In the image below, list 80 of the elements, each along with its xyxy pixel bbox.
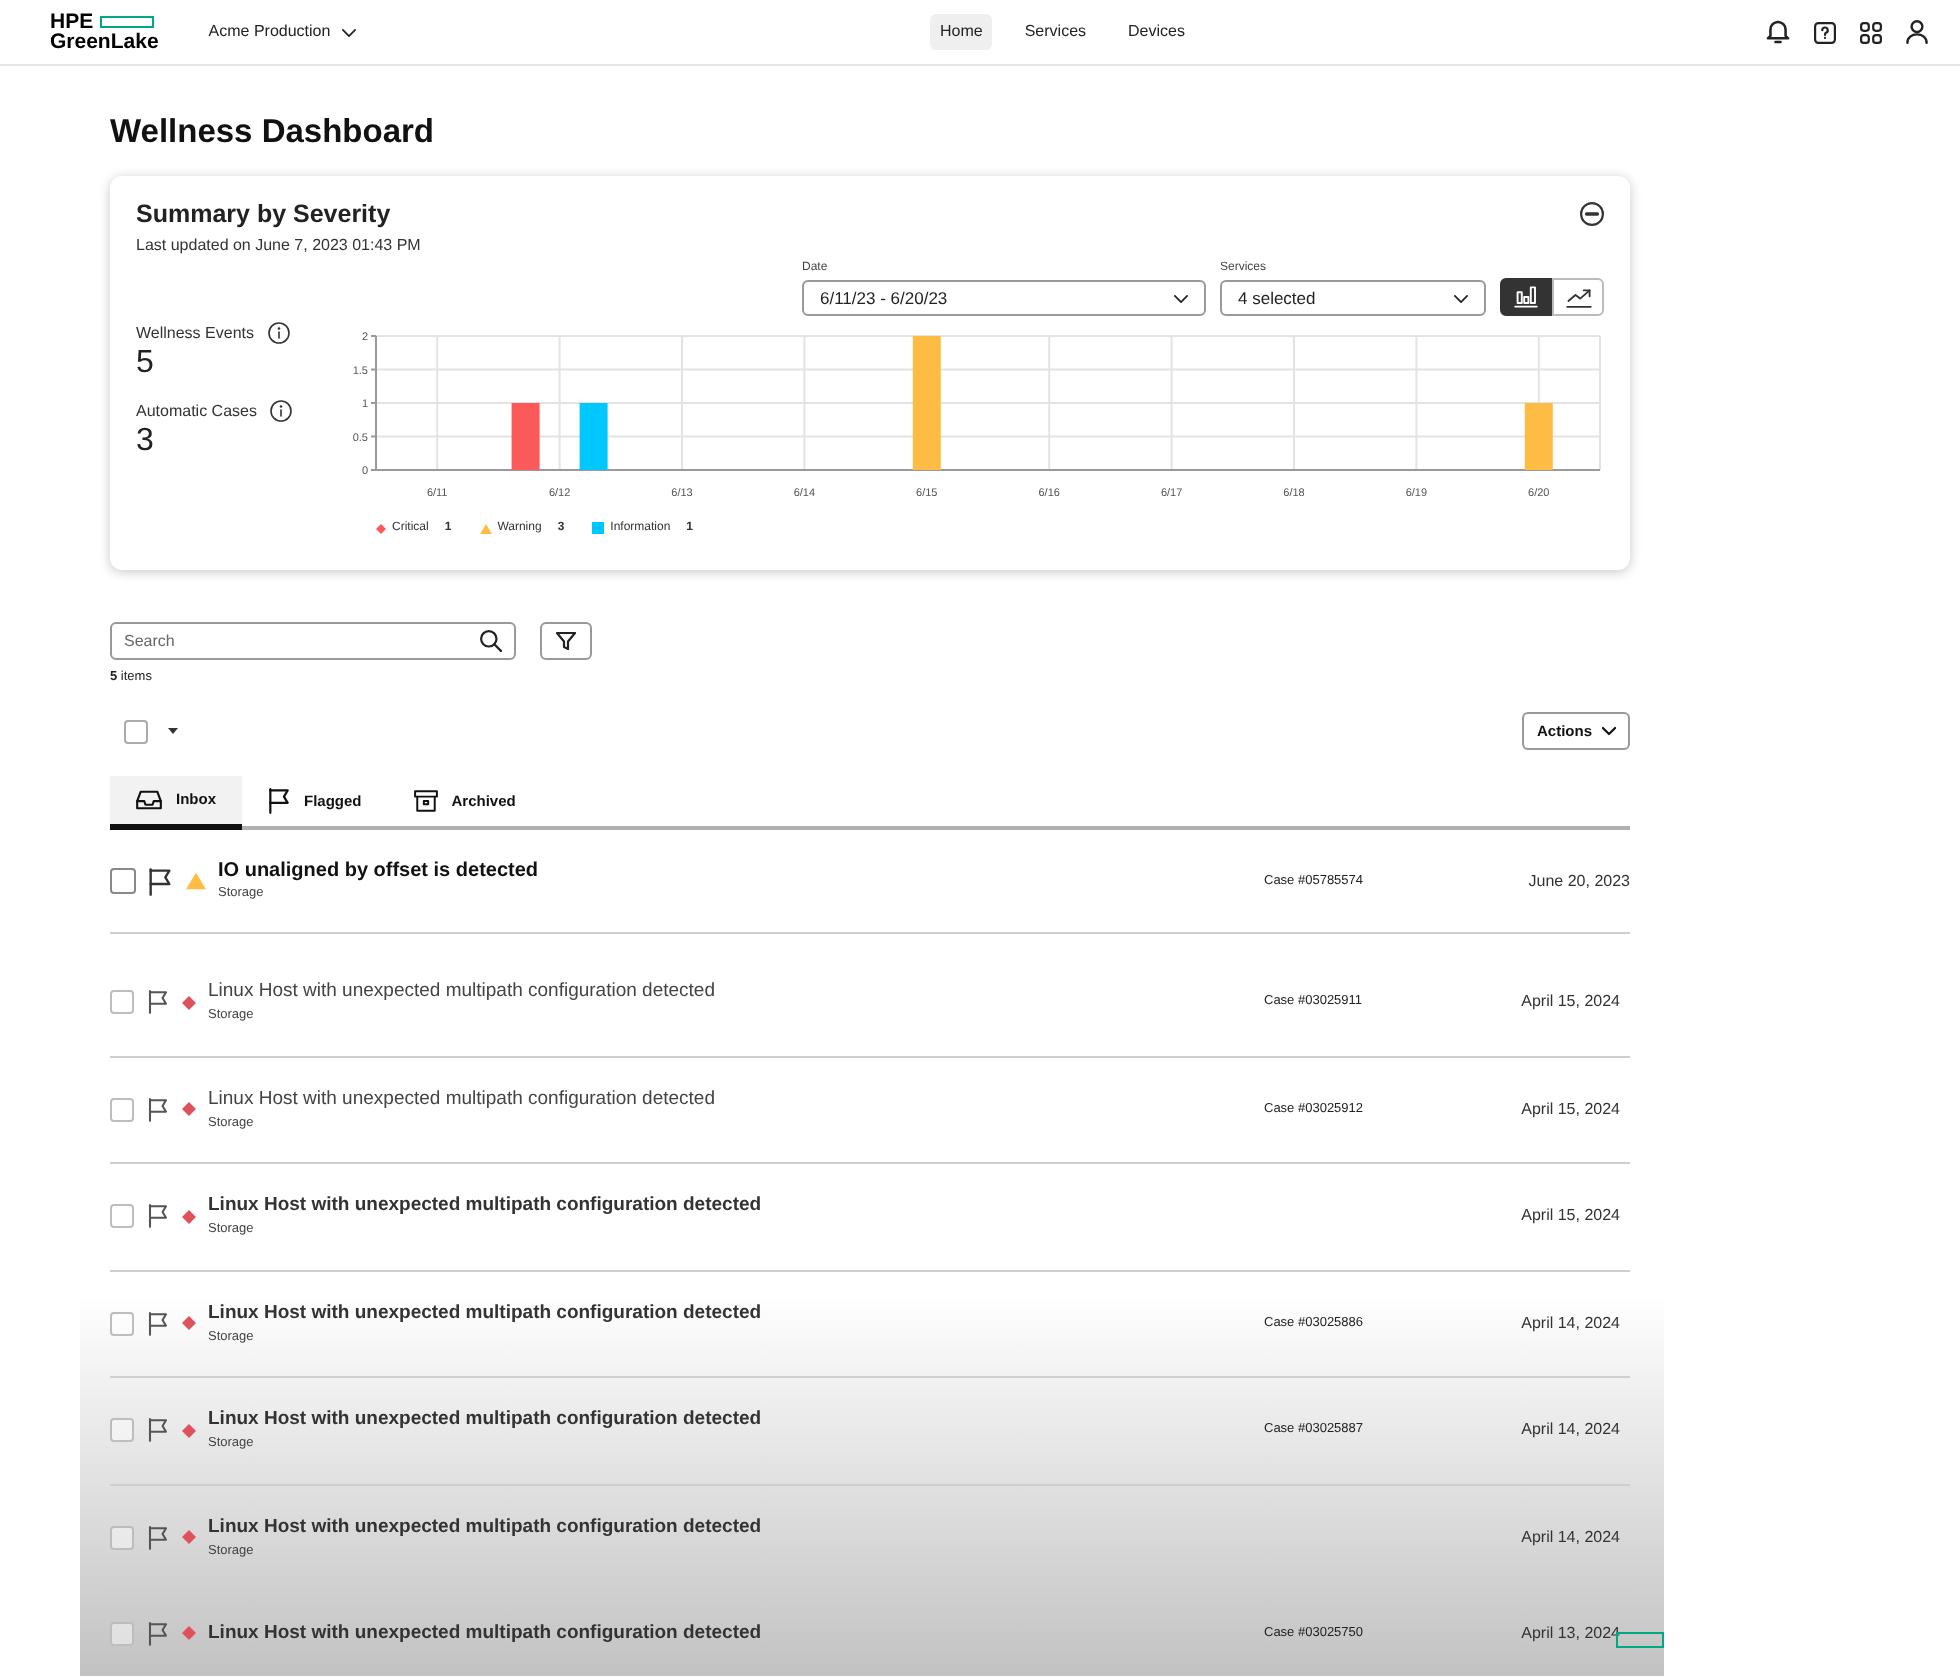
event-title: Linux Host with unexpected multipath configuration detected (208, 1406, 764, 1432)
nav-link[interactable]: Devices (1118, 14, 1195, 50)
bar-chart-toggle[interactable] (1500, 278, 1552, 316)
event-date: April 14, 2024 (1519, 1525, 1622, 1549)
flag-icon[interactable] (148, 867, 172, 895)
checkbox[interactable] (110, 868, 136, 894)
flag-icon[interactable] (148, 1525, 168, 1549)
card-title: Summary by Severity (136, 200, 393, 230)
workspace-dropdown[interactable]: Acme Production (208, 20, 357, 44)
checkbox[interactable] (110, 1204, 134, 1228)
event-date: April 15, 2024 (1519, 990, 1622, 1014)
warning-triangle-icon (186, 872, 206, 890)
stat-value: 5 (136, 344, 156, 384)
flag-icon[interactable] (148, 1311, 168, 1335)
stat-value: 3 (136, 422, 156, 462)
event-title: Linux Host with unexpected multipath configuration detected (208, 978, 717, 1004)
flag-icon (268, 788, 290, 814)
checkbox[interactable] (110, 1097, 134, 1121)
event-title: Linux Host with unexpected multipath configuration detected (208, 1513, 764, 1539)
event-title: IO unaligned by offset is detected (218, 858, 541, 884)
archive-box-icon (413, 790, 438, 812)
flag-icon[interactable] (148, 1204, 168, 1228)
date-select[interactable]: 6/11/23 - 6/20/23 (802, 280, 1206, 316)
diamond-icon (182, 1209, 196, 1223)
event-date: June 20, 2023 (1526, 869, 1630, 893)
chevron-down-icon (1454, 293, 1468, 303)
logo-rectangle-icon (99, 16, 154, 28)
grid-icon[interactable] (1860, 21, 1882, 43)
bar-chart-icon (1514, 286, 1538, 308)
chevron-down-icon (342, 27, 357, 37)
logo-text: GreenLake (50, 32, 159, 52)
search-icon[interactable] (480, 630, 502, 652)
event-title: Linux Host with unexpected multipath configuration detected (208, 1192, 764, 1218)
chevron-down-icon (1602, 726, 1616, 736)
page-title: Wellness Dashboard (110, 114, 436, 150)
filter-button[interactable] (540, 622, 592, 660)
diamond-icon (182, 995, 196, 1009)
checkbox[interactable] (110, 1621, 134, 1645)
user-icon[interactable] (1906, 20, 1928, 44)
trend-line-icon (1565, 287, 1591, 307)
flag-icon[interactable] (148, 990, 168, 1014)
select-all-checkbox[interactable] (124, 719, 148, 743)
event-date: April 15, 2024 (1519, 1097, 1622, 1121)
minus-circle-icon[interactable] (1580, 202, 1604, 226)
flag-icon[interactable] (148, 1097, 168, 1121)
last-updated-text: Last updated on June 7, 2023 01:43 PM (136, 236, 421, 256)
event-date: April 14, 2024 (1519, 1311, 1622, 1335)
checkbox[interactable] (110, 1311, 134, 1335)
flag-icon[interactable] (148, 1418, 168, 1442)
nav-link[interactable]: Services (1014, 14, 1097, 50)
services-select[interactable]: 4 selected (1220, 280, 1486, 316)
diamond-icon (182, 1530, 196, 1544)
help-icon[interactable] (1814, 21, 1836, 43)
diamond-icon (182, 1102, 196, 1116)
y-axis (370, 335, 377, 471)
diamond-icon (182, 1316, 196, 1330)
inbox-tray-icon (136, 790, 162, 810)
search-field[interactable]: Search (110, 622, 516, 660)
info-icon[interactable] (270, 400, 293, 422)
diamond-icon (182, 1626, 196, 1640)
chevron-down-icon (1174, 293, 1188, 303)
event-title: Linux Host with unexpected multipath configuration detected (208, 1620, 764, 1646)
event-date: April 15, 2024 (1519, 1204, 1622, 1228)
event-title: Linux Host with unexpected multipath configuration detected (208, 1299, 764, 1325)
event-title: Linux Host with unexpected multipath configuration detected (208, 1085, 717, 1111)
checkbox[interactable] (110, 990, 134, 1014)
event-date: April 14, 2024 (1519, 1418, 1622, 1442)
diamond-icon (182, 1423, 196, 1437)
checkbox[interactable] (110, 1418, 134, 1442)
caret-icon[interactable] (168, 728, 178, 734)
rectangle-icon (1616, 1632, 1664, 1648)
stat-label: Automatic Cases (136, 400, 257, 422)
info-icon[interactable] (268, 322, 290, 344)
checkbox[interactable] (110, 1525, 134, 1549)
bell-icon[interactable] (1766, 20, 1790, 44)
stat-label: Wellness Events (136, 322, 254, 344)
line-chart-toggle[interactable] (1552, 278, 1604, 316)
nav-link[interactable]: Home (930, 14, 993, 50)
filter-icon (556, 632, 576, 650)
logo-text: HPE (50, 12, 94, 32)
